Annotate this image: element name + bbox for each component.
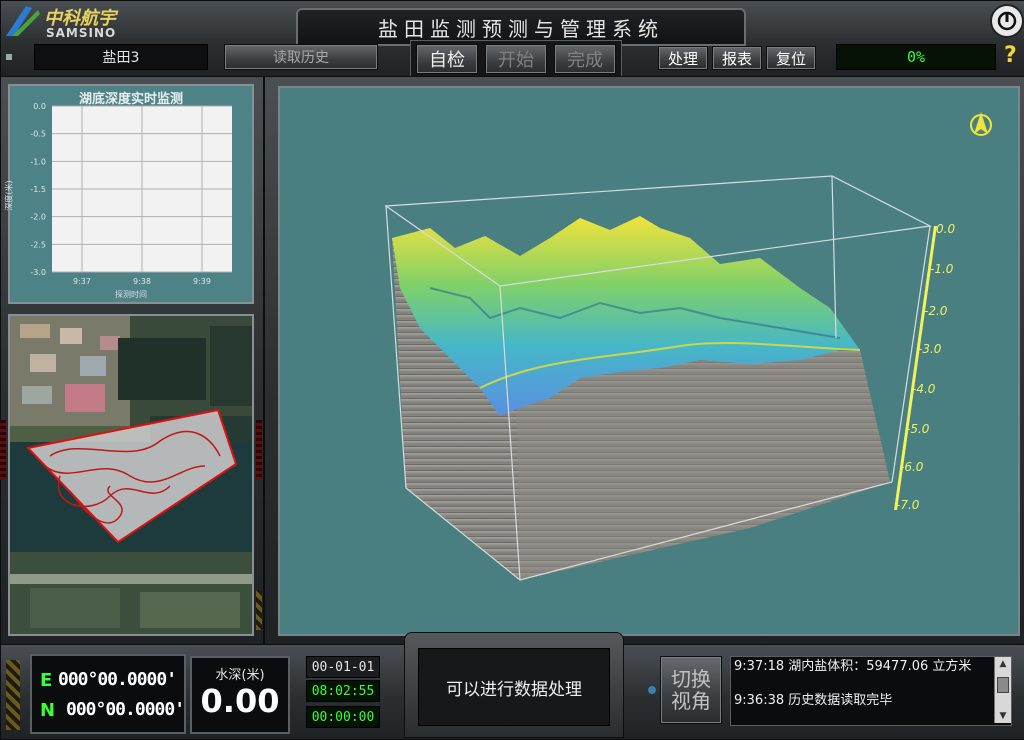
site-name-display: 盐田3 [34,44,208,70]
y-tick-label: -1.0 [30,157,46,166]
x-tick-label: 9:38 [133,277,151,286]
depth-scale-tick: -3.0 [918,342,942,356]
depth-scale: 0.0 -1.0 -2.0 -3.0 -4.0 -5.0 -6.0 -7.0 [884,218,964,518]
survey-map[interactable] [8,314,254,636]
compass-icon[interactable] [966,110,996,140]
depth-chart-panel: 湖底深度实时监测 0.0 -0.5 -1.0 -1.5 -2.0 -2.5 -3.0 9:37… [5,84,254,304]
indicator-light-icon [648,686,656,694]
date-display: 00-01-01 [306,656,380,678]
water-depth-label: 水深(米) [215,668,265,683]
clock-value: 08:02:55 [311,683,375,699]
depth-scale-tick: 0.0 [936,222,956,236]
event-log[interactable]: 9:37:18 湖内盐体积：59477.06 立方米 9:36:38 历史数据读… [730,656,1012,726]
scroll-down-icon[interactable]: ▼ [995,709,1011,723]
depth-chart-xlabel: 探测时间 [115,290,147,299]
depth-scale-tick: -4.0 [912,382,936,396]
y-tick-label: 0.0 [33,102,46,111]
depth-scale-tick: -5.0 [906,422,930,436]
depth-chart: 0.0 -0.5 -1.0 -1.5 -2.0 -2.5 -3.0 9:37 9:38 9:39 [30,102,232,286]
depth-scale-tick: -1.0 [930,262,954,276]
help-icon[interactable]: ? [1004,44,1020,68]
process-button[interactable]: 处理 [658,46,708,70]
app-title: 盐田监测预测与管理系统 [378,16,664,41]
depth-chart-ylabel: 深度(米) [4,180,14,211]
switch-view-label: 切换 视角 [671,667,711,713]
elapsed-display: 00:00:00 [306,706,380,728]
progress-display: 0% [836,44,996,70]
message-panel: 可以进行数据处理 [418,648,610,726]
brand-logo: 中科航宇 SAMSINO [4,2,149,40]
east-label: E [40,670,53,691]
report-label: 报表 [721,49,752,68]
switch-view-button[interactable]: 切换 视角 [660,656,722,724]
log-entry: 9:37:18 湖内盐体积：59477.06 立方米 [734,659,972,674]
coordinates-panel: E 000°00.0000' N 000°00.0000' [30,654,186,734]
date-value: 00-01-01 [311,659,375,675]
depth-scale-tick: -7.0 [896,498,920,512]
water-depth-value: 0.00 [200,682,280,720]
read-history-label: 读取历史 [273,50,329,66]
finish-label: 完成 [567,50,603,71]
self-check-button[interactable]: 自检 [416,44,478,74]
satellite-map-image [10,316,252,634]
start-button[interactable]: 开始 [485,44,547,74]
depth-scale-tick: -6.0 [900,460,924,474]
progress-value: 0% [906,48,926,66]
y-tick-label: -2.0 [30,213,46,222]
elapsed-value: 00:00:00 [311,709,375,725]
site-name: 盐田3 [102,50,140,66]
scroll-thumb[interactable] [997,677,1009,693]
power-button[interactable] [990,4,1024,38]
log-scrollbar[interactable]: ▲ ▼ [994,657,1011,723]
y-tick-label: -2.5 [30,240,46,249]
logo-mark-icon [6,6,40,36]
status-message: 可以进行数据处理 [446,679,582,700]
water-depth-panel: 水深(米) 0.00 [190,656,290,734]
start-label: 开始 [498,50,534,71]
finish-button[interactable]: 完成 [554,44,616,74]
reset-label: 复位 [775,49,806,68]
north-label: N [40,700,56,721]
reset-button[interactable]: 复位 [766,46,816,70]
self-check-label: 自检 [429,50,465,71]
power-icon [997,11,1017,31]
scroll-up-icon[interactable]: ▲ [995,657,1011,671]
terrain-3d-view[interactable]: 0.0 -1.0 -2.0 -3.0 -4.0 -5.0 -6.0 -7.0 [278,86,1020,636]
y-tick-label: -1.5 [30,185,46,194]
x-tick-label: 9:39 [193,277,211,286]
east-coordinate: 000°00.0000' [58,669,177,690]
process-label: 处理 [667,49,698,68]
y-tick-label: -3.0 [30,268,46,277]
left-decor-strip-2 [256,420,262,480]
y-tick-label: -0.5 [30,130,46,139]
status-indicator-icon [6,54,12,60]
left-caution-strip [256,590,262,630]
depth-scale-tick: -2.0 [924,304,948,318]
x-tick-label: 9:37 [73,277,91,286]
report-button[interactable]: 报表 [712,46,762,70]
left-decor-strip [0,420,6,480]
caution-strip [6,660,20,730]
north-coordinate: 000°00.0000' [66,699,185,720]
clock-display: 08:02:55 [306,680,380,702]
brand-sub: SAMSINO [46,26,117,40]
read-history-button[interactable]: 读取历史 [224,44,378,70]
log-entry: 9:36:38 历史数据读取完毕 [734,693,893,708]
